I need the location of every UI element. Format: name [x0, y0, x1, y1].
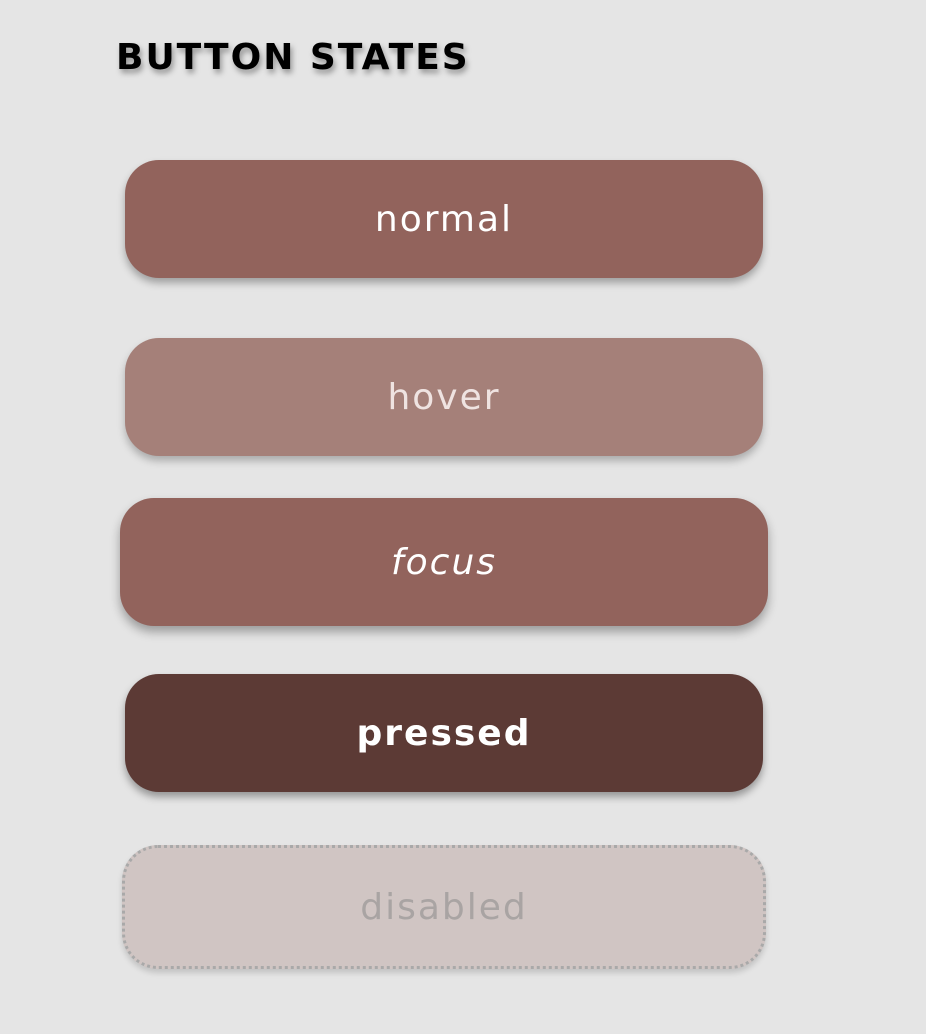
pressed-button[interactable]: pressed: [125, 674, 763, 792]
focus-button[interactable]: focus: [120, 498, 768, 626]
hover-button[interactable]: hover: [125, 338, 763, 456]
disabled-button: disabled: [122, 845, 766, 969]
normal-button[interactable]: normal: [125, 160, 763, 278]
page-title: BUTTON STATES: [116, 37, 470, 78]
